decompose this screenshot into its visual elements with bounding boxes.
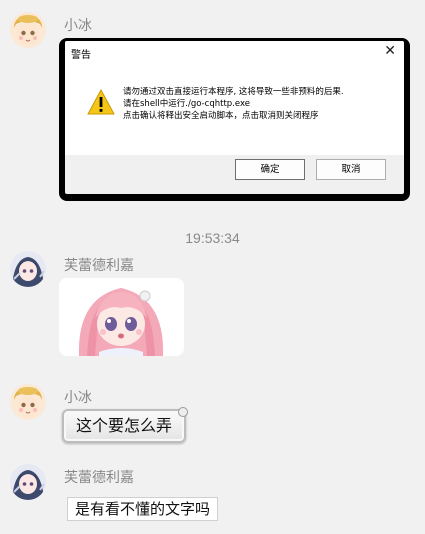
close-icon: ✕ bbox=[384, 43, 396, 59]
avatar-frederica[interactable] bbox=[10, 464, 46, 500]
dialog-line: 点击确认将释出安全启动脚本，点击取消则关闭程序 bbox=[123, 111, 319, 121]
sender-name: 芙蕾德利嘉 bbox=[64, 470, 134, 486]
avatar-xiaobing[interactable] bbox=[10, 12, 46, 48]
text-message-bubble[interactable]: 是有看不懂的文字吗 bbox=[67, 497, 219, 521]
warning-dialog-screenshot: 警告 ✕ 请勿通过双击直接运行本程序, 这将导致一些非预料的后果. 请在shel… bbox=[65, 41, 404, 194]
dialog-message: 请勿通过双击直接运行本程序, 这将导致一些非预料的后果. 请在shell中运行.… bbox=[123, 86, 344, 122]
image-message[interactable]: 警告 ✕ 请勿通过双击直接运行本程序, 这将导致一些非预料的后果. 请在shel… bbox=[59, 38, 410, 201]
sender-name: 小冰 bbox=[64, 390, 92, 406]
cancel-button: 取消 bbox=[316, 159, 386, 180]
message-text: 这个要怎么弄 bbox=[76, 416, 173, 435]
sender-name: 芙蕾德利嘉 bbox=[64, 258, 134, 274]
dialog-body: 请勿通过双击直接运行本程序, 这将导致一些非预料的后果. 请在shell中运行.… bbox=[65, 63, 404, 155]
dialog-line: 请在shell中运行./go-cqhttp.exe bbox=[123, 99, 250, 109]
sticker-image[interactable] bbox=[59, 278, 184, 356]
ok-button: 确定 bbox=[235, 159, 305, 180]
dialog-title: 警告 bbox=[71, 50, 91, 61]
anime-girl-sticker bbox=[59, 278, 184, 356]
bubble-corner-ornament bbox=[178, 407, 189, 417]
avatar-frederica[interactable] bbox=[10, 251, 46, 287]
avatar-xiaobing[interactable] bbox=[10, 384, 46, 420]
dialog-line: 请勿通过双击直接运行本程序, 这将导致一些非预料的后果. bbox=[123, 87, 344, 97]
sender-name: 小冰 bbox=[64, 18, 92, 34]
dialog-titlebar: 警告 ✕ bbox=[65, 41, 404, 63]
message-timestamp: 19:53:34 bbox=[185, 230, 240, 246]
message-text: 是有看不懂的文字吗 bbox=[75, 500, 211, 518]
text-message-bubble[interactable]: 这个要怎么弄 bbox=[62, 407, 189, 443]
warning-triangle-icon bbox=[87, 89, 115, 115]
